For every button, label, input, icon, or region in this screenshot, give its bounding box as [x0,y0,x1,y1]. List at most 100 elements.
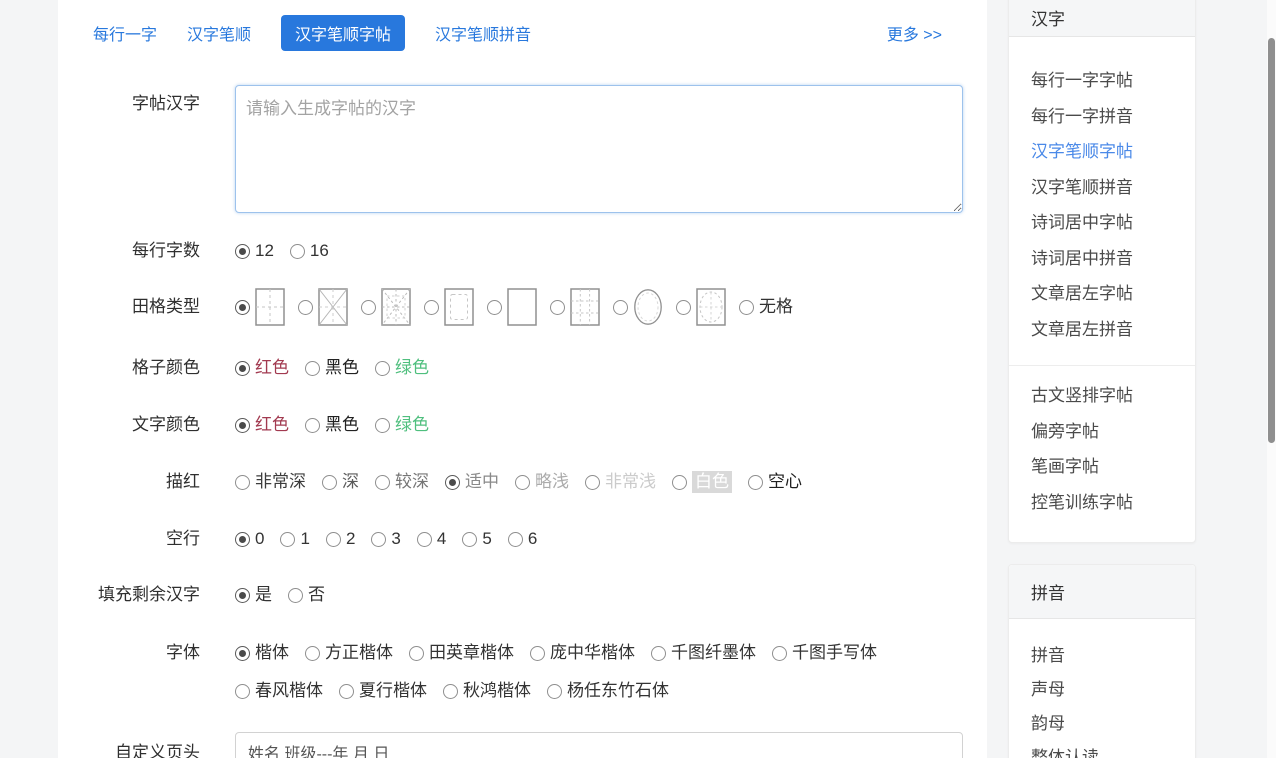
radio-icon[interactable] [417,532,432,547]
radio-option[interactable]: 5 [462,528,491,550]
radio-icon[interactable] [305,646,320,661]
sidebar-item[interactable]: 文章居左字帖 [1031,276,1195,312]
radio-icon[interactable] [235,475,250,490]
radio-icon[interactable] [326,532,341,547]
chars-textarea[interactable] [235,85,963,213]
radio-option[interactable]: 0 [235,528,264,550]
sidebar-item[interactable]: 汉字笔顺拼音 [1031,170,1195,206]
tab[interactable]: 汉字笔顺 [187,15,251,51]
radio-icon[interactable] [462,532,477,547]
grid-type-option-circle-square[interactable] [676,287,726,327]
sidebar-item[interactable]: 声母 [1031,673,1195,707]
sidebar-item[interactable]: 整体认读 [1031,741,1195,758]
grid-type-option-tian[interactable] [235,287,285,327]
radio-option[interactable]: 否 [288,584,325,606]
sidebar-item[interactable]: 每行一字字帖 [1031,63,1195,99]
radio-icon[interactable] [305,361,320,376]
radio-option[interactable]: 红色 [235,357,289,379]
sidebar-item[interactable]: 偏旁字帖 [1031,414,1195,450]
sidebar-item[interactable]: 笔画字帖 [1031,449,1195,485]
sidebar-item[interactable]: 每行一字拼音 [1031,99,1195,135]
radio-option[interactable]: 千图纤墨体 [651,642,756,664]
grid-type-option-circle[interactable] [613,287,663,327]
grid-type-option-hui[interactable] [424,287,474,327]
grid-type-option-mi-dashed[interactable] [361,287,411,327]
radio-option[interactable]: 12 [235,240,274,262]
sidebar-item[interactable]: 诗词居中拼音 [1031,241,1195,277]
radio-icon[interactable] [443,684,458,699]
radio-option[interactable]: 庞中华楷体 [530,642,635,664]
grid-type-option-mi[interactable] [298,287,348,327]
grid-type-option-none[interactable]: 无格 [739,296,793,318]
radio-icon[interactable] [547,684,562,699]
radio-icon[interactable] [361,300,376,315]
radio-option[interactable]: 3 [371,528,400,550]
radio-option[interactable]: 秋鸿楷体 [443,680,531,702]
radio-icon[interactable] [772,646,787,661]
radio-icon[interactable] [375,475,390,490]
radio-option[interactable]: 2 [326,528,355,550]
radio-icon[interactable] [739,300,754,315]
radio-icon[interactable] [235,418,250,433]
radio-icon[interactable] [298,300,313,315]
sidebar-item[interactable]: 韵母 [1031,707,1195,741]
radio-option[interactable]: 黑色 [305,414,359,436]
radio-icon[interactable] [290,244,305,259]
radio-icon[interactable] [280,532,295,547]
radio-option[interactable]: 4 [417,528,446,550]
radio-icon[interactable] [235,684,250,699]
radio-option[interactable]: 空心 [748,471,802,493]
radio-icon[interactable] [322,475,337,490]
radio-option[interactable]: 红色 [235,414,289,436]
tab[interactable]: 汉字笔顺字帖 [281,15,405,51]
radio-option[interactable]: 16 [290,240,329,262]
radio-icon[interactable] [613,300,628,315]
grid-type-option-square[interactable] [487,287,537,327]
scrollbar-track[interactable] [1267,0,1276,758]
sidebar-item[interactable]: 拼音 [1031,639,1195,673]
radio-icon[interactable] [235,588,250,603]
radio-option[interactable]: 方正楷体 [305,642,393,664]
radio-icon[interactable] [409,646,424,661]
radio-option[interactable]: 白色 [672,471,732,493]
radio-option[interactable]: 黑色 [305,357,359,379]
sidebar-item[interactable]: 诗词居中字帖 [1031,205,1195,241]
radio-option[interactable]: 适中 [445,471,499,493]
radio-option[interactable]: 楷体 [235,642,289,664]
radio-option[interactable]: 非常浅 [585,471,656,493]
radio-icon[interactable] [445,475,460,490]
custom-header-input[interactable] [235,732,963,758]
radio-option[interactable]: 杨任东竹石体 [547,680,669,702]
radio-icon[interactable] [371,532,386,547]
radio-option[interactable]: 1 [280,528,309,550]
radio-icon[interactable] [748,475,763,490]
more-link[interactable]: 更多 >> [887,21,942,45]
sidebar-item[interactable]: 古文竖排字帖 [1031,378,1195,414]
scrollbar-thumb[interactable] [1268,38,1275,443]
radio-icon[interactable] [375,361,390,376]
radio-icon[interactable] [424,300,439,315]
radio-icon[interactable] [585,475,600,490]
radio-icon[interactable] [651,646,666,661]
tab[interactable]: 每行一字 [93,15,157,51]
radio-icon[interactable] [676,300,691,315]
radio-option[interactable]: 夏行楷体 [339,680,427,702]
radio-icon[interactable] [487,300,502,315]
radio-option[interactable]: 6 [508,528,537,550]
radio-icon[interactable] [305,418,320,433]
sidebar-item[interactable]: 文章居左拼音 [1031,312,1195,348]
grid-type-option-jiugong[interactable] [550,287,600,327]
radio-icon[interactable] [339,684,354,699]
radio-option[interactable]: 春风楷体 [235,680,323,702]
sidebar-item[interactable]: 汉字笔顺字帖 [1031,134,1195,170]
radio-icon[interactable] [288,588,303,603]
radio-option[interactable]: 深 [322,471,359,493]
radio-icon[interactable] [550,300,565,315]
radio-icon[interactable] [235,646,250,661]
radio-icon[interactable] [375,418,390,433]
tab[interactable]: 汉字笔顺拼音 [435,15,531,51]
radio-icon[interactable] [235,244,250,259]
radio-option[interactable]: 非常深 [235,471,306,493]
radio-icon[interactable] [235,361,250,376]
radio-option[interactable]: 是 [235,584,272,606]
